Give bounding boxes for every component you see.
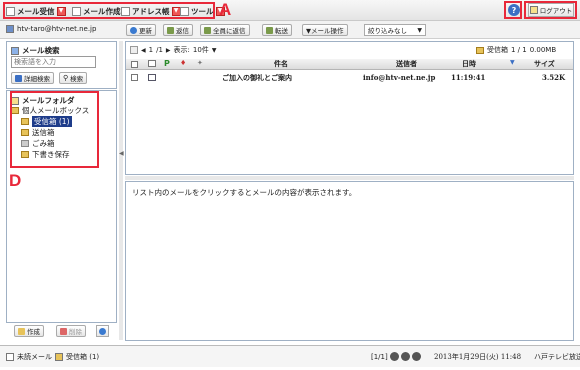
first-page-icon[interactable] bbox=[130, 46, 138, 54]
folder-usage: 受信箱 1 / 1 0.00MB bbox=[476, 45, 556, 55]
unread-mail-status-icon bbox=[6, 353, 14, 361]
pager: ◀ 1 /1 ▶ 表示: 10件 ▼ bbox=[130, 45, 216, 55]
reply-all-icon bbox=[204, 26, 211, 34]
delete-folder-label: 削除 bbox=[69, 328, 82, 336]
search-pane-icon bbox=[11, 46, 19, 55]
callout-box-b bbox=[504, 1, 522, 19]
forward-label: 転送 bbox=[275, 27, 288, 35]
preview-text: リスト内のメールをクリックするとメールの内容が表示されます。 bbox=[132, 188, 357, 197]
search-title-label: メール検索 bbox=[22, 46, 60, 55]
delete-folder-button[interactable]: 削除 bbox=[56, 325, 86, 337]
sort-descending-icon[interactable]: ▼ bbox=[510, 59, 515, 66]
row-subject: ご加入の御礼とご案内 bbox=[222, 74, 292, 82]
folder-refresh-button[interactable] bbox=[96, 325, 109, 337]
create-folder-label: 作成 bbox=[27, 328, 40, 336]
horizontal-splitter[interactable] bbox=[125, 176, 574, 180]
search-icon: ⚲ bbox=[63, 74, 69, 82]
refresh-label: 更新 bbox=[139, 27, 152, 35]
user-icon bbox=[6, 25, 14, 33]
table-row[interactable]: ご加入の御礼とご案内 info@htv-net.ne.jp 11:19:41 3… bbox=[126, 72, 573, 84]
advanced-search-label: 詳細検索 bbox=[24, 75, 50, 83]
status-prev-icon[interactable] bbox=[389, 352, 399, 361]
callout-label-a: A bbox=[219, 0, 232, 19]
row-size: 3.52K bbox=[542, 73, 566, 82]
display-count-chevron-down-icon[interactable]: ▼ bbox=[212, 47, 217, 54]
delete-folder-icon bbox=[60, 327, 67, 335]
refresh-button[interactable]: 更新 bbox=[126, 24, 156, 36]
splitter-handle-icon: ◀ bbox=[119, 150, 124, 157]
display-label: 表示: bbox=[173, 46, 190, 54]
unread-mail-icon bbox=[148, 74, 156, 81]
usage-size: 0.00MB bbox=[529, 46, 557, 54]
select-all-checkbox[interactable] bbox=[131, 61, 138, 68]
mail-operations-label: ▼メール操作 bbox=[306, 27, 344, 35]
current-folder-icon bbox=[476, 46, 484, 54]
create-folder-icon bbox=[18, 327, 25, 335]
row-sender: info@htv-net.ne.jp bbox=[363, 73, 436, 82]
column-date[interactable]: 日時 bbox=[462, 59, 476, 69]
search-button[interactable]: ⚲ 検索 bbox=[59, 72, 88, 84]
forward-button[interactable]: 転送 bbox=[262, 24, 292, 36]
vertical-splitter[interactable] bbox=[119, 41, 123, 340]
inbox-status-icon bbox=[55, 353, 63, 361]
status-datetime: 2013年1月29日(火) 11:48 bbox=[434, 353, 522, 361]
reply-label: 返信 bbox=[176, 27, 189, 35]
flag-icon[interactable]: P bbox=[164, 59, 170, 68]
row-checkbox[interactable] bbox=[131, 74, 138, 81]
account-address: htv-taro@htv-net.ne.jp bbox=[17, 25, 97, 33]
status-pager-text: [1/1] bbox=[371, 352, 388, 361]
forward-icon bbox=[266, 26, 273, 34]
row-date: 11:19:41 bbox=[451, 73, 486, 82]
status-next-icon[interactable] bbox=[400, 352, 410, 361]
create-folder-button[interactable]: 作成 bbox=[14, 325, 44, 337]
column-size[interactable]: サイズ bbox=[534, 59, 555, 69]
inbox-status-label[interactable]: 受信箱 (1) bbox=[66, 352, 99, 362]
column-sender[interactable]: 送信者 bbox=[396, 59, 417, 69]
status-pager: [1/1] bbox=[371, 352, 421, 361]
callout-box-a bbox=[3, 2, 215, 19]
webmail-window: メール受信 ▼ メール作成 アドレス帳 ▼ ツール ▼ ? ログアウト A B … bbox=[0, 0, 580, 370]
filter-value: 絞り込みなし bbox=[368, 27, 407, 35]
callout-label-d: D bbox=[9, 171, 22, 190]
advanced-search-button[interactable]: 詳細検索 bbox=[11, 72, 54, 84]
column-subject[interactable]: 件名 bbox=[274, 59, 288, 69]
status-bar: 未読メール 受信箱 (1) [1/1] 2013年1月29日(火) 11:48 … bbox=[0, 345, 580, 367]
mail-operations-button[interactable]: ▼メール操作 bbox=[302, 24, 348, 36]
prev-page-icon[interactable]: ◀ bbox=[141, 47, 146, 54]
priority-icon[interactable]: ♦ bbox=[180, 59, 186, 67]
page-total: /1 bbox=[156, 46, 163, 54]
page-number[interactable]: 1 bbox=[149, 46, 153, 54]
search-pane: メール検索 詳細検索 ⚲ 検索 bbox=[6, 41, 117, 89]
folder-refresh-icon bbox=[99, 327, 106, 335]
reply-all-label: 全員に返信 bbox=[213, 27, 246, 35]
action-bar: htv-taro@htv-net.ne.jp 更新 返信 全員に返信 転送 ▼メ… bbox=[0, 21, 580, 39]
mail-list-header: P ♦ ✦ 件名 送信者 日時 ▼ サイズ bbox=[126, 59, 573, 70]
display-count-select[interactable]: 10件 bbox=[193, 45, 209, 55]
reply-button[interactable]: 返信 bbox=[163, 24, 193, 36]
current-folder-name: 受信箱 bbox=[487, 46, 508, 54]
provider-name: ハ戸テレビ放送 bbox=[534, 353, 580, 361]
usage-count: 1 / 1 bbox=[511, 46, 527, 54]
search-title: メール検索 bbox=[11, 45, 60, 56]
callout-box-d bbox=[10, 91, 99, 168]
reply-icon bbox=[167, 26, 174, 34]
filter-select[interactable]: 絞り込みなし ▼ bbox=[364, 24, 426, 36]
advanced-search-icon bbox=[15, 74, 22, 82]
preview-pane: リスト内のメールをクリックするとメールの内容が表示されます。 bbox=[125, 181, 574, 341]
filter-chevron-down-icon: ▼ bbox=[417, 26, 422, 34]
attachment-icon[interactable]: ✦ bbox=[197, 59, 203, 67]
reply-all-button[interactable]: 全員に返信 bbox=[200, 24, 250, 36]
refresh-icon bbox=[130, 26, 137, 34]
callout-box-c bbox=[524, 1, 577, 19]
search-input[interactable] bbox=[11, 56, 96, 68]
account-info: htv-taro@htv-net.ne.jp bbox=[6, 25, 96, 33]
mail-icon-column[interactable] bbox=[148, 60, 156, 67]
mail-list-pane: ◀ 1 /1 ▶ 表示: 10件 ▼ 受信箱 1 / 1 0.00MB P ♦ … bbox=[125, 41, 574, 175]
status-last-icon[interactable] bbox=[411, 352, 421, 361]
next-page-icon[interactable]: ▶ bbox=[166, 47, 171, 54]
unread-label: 未読メール bbox=[17, 353, 52, 361]
status-left: 未読メール 受信箱 (1) bbox=[6, 352, 99, 362]
search-button-label: 検索 bbox=[70, 75, 84, 83]
